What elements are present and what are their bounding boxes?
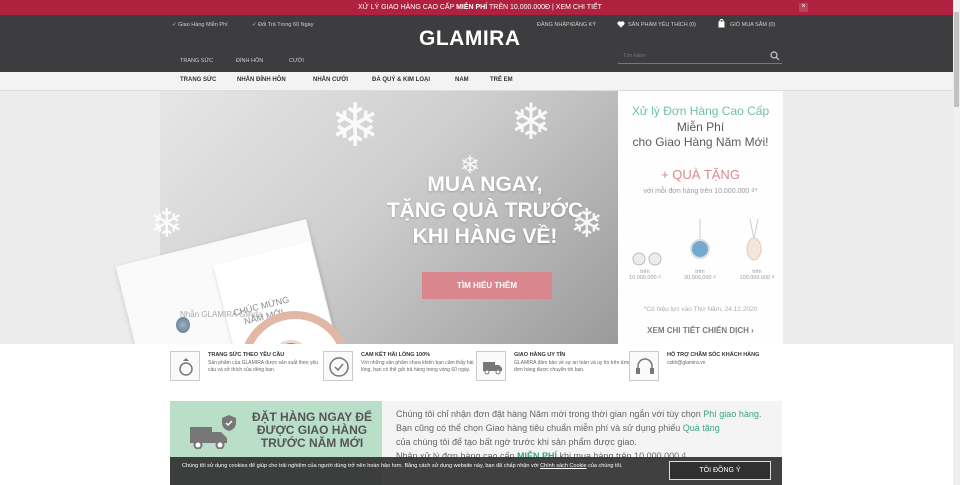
banner-p2a: Bạn cũng có thể chọn Giao hàng tiêu chuẩ… — [396, 423, 683, 433]
announcement-text-post[interactable]: TRÊN 10.000.000Đ | XEM CHI TIẾT — [487, 4, 602, 11]
check-badge-icon — [323, 351, 353, 381]
learn-more-button[interactable]: TÌM HIỂU THÊM — [422, 272, 552, 299]
tab-wedding[interactable]: CƯỚI — [289, 58, 304, 64]
site-header: ✓ Giao Hàng Miễn Phí ✓ Đổi Trả Trong 60 … — [0, 15, 953, 72]
gift-tier-2: trên 30.000.000 ₫ — [680, 269, 720, 281]
feature-support: HỖ TRỢ CHĂM SÓC KHÁCH HÀNG cskh@glamira.… — [629, 351, 784, 391]
cookie-notice: Chúng tôi sử dụng cookies để giúp cho tr… — [170, 457, 782, 485]
shipping-fee-link[interactable]: Phí giao hàng — [703, 409, 759, 419]
snowflake-icon: ❄ — [510, 94, 552, 150]
wishlist-link[interactable]: SẢN PHẨM YÊU THÍCH (0) — [628, 22, 696, 28]
close-icon[interactable]: × — [799, 3, 808, 12]
gift-tier-3-price: 100.000.000 ₫ — [739, 275, 775, 281]
banner-heading: ĐẶT HÀNG NGAY ĐỂ ĐƯỢC GIAO HÀNG TRƯỚC NĂ… — [251, 410, 373, 450]
tab-engagement[interactable]: ĐÍNH HÔN — [236, 58, 263, 64]
feature-desc: Với những sản phẩm chưa khiến bạn cảm th… — [361, 360, 474, 373]
nav-item-men[interactable]: NAM — [455, 77, 469, 83]
promo-line-2a: Miễn Phí — [676, 120, 725, 134]
pearl-pendant-icon — [742, 218, 766, 268]
accept-cookies-button[interactable]: TÔI ĐỒNG Ý — [669, 461, 771, 480]
cookie-text-main: Chúng tôi sử dụng cookies để giúp cho tr… — [182, 463, 541, 469]
promo-panel: Xử lý Đơn Hàng Cao Cấp Miễn Phí cho Giao… — [618, 91, 783, 344]
banner-p3: của chúng tôi để tạo bất ngờ trước khi s… — [396, 437, 637, 447]
feature-title: GIAO HÀNG UY TÍN — [514, 352, 566, 358]
snowflake-icon: ❄ — [150, 202, 184, 246]
announcement-text-bold: MIỄN PHÍ — [456, 4, 488, 11]
shield-check-icon — [222, 415, 236, 436]
scrollbar-thumb[interactable] — [954, 12, 959, 107]
nav-item-jewelry[interactable]: TRANG SỨC — [180, 77, 216, 83]
search-box — [618, 44, 782, 65]
banner-text: Chúng tôi chỉ nhận đơn đặt hàng Năm mới … — [396, 407, 786, 463]
support-email[interactable]: cskh@glamira.vn — [667, 360, 785, 367]
feature-title: HỖ TRỢ CHĂM SÓC KHÁCH HÀNG — [667, 352, 760, 358]
main-nav: TRANG SỨC NHẪN ĐÍNH HÔN NHẪN CƯỚI ĐÁ QUÝ… — [0, 72, 953, 91]
promo-note: *Có hiệu lực vào Thứ Năm, 24.12.2020 — [643, 306, 758, 313]
cookie-text: Chúng tôi sử dụng cookies để giúp cho tr… — [182, 462, 662, 470]
feature-satisfaction: CAM KẾT HÀI LÒNG 100% Với những sản phẩm… — [323, 351, 478, 391]
gift-tier-2-price: 30.000.000 ₫ — [684, 275, 716, 281]
feature-title: CAM KẾT HÀI LÒNG 100% — [361, 352, 431, 358]
ring-icon — [170, 351, 200, 381]
announcement-text-pre: XỬ LÝ GIAO HÀNG CAO CẤP — [358, 4, 457, 11]
gift-voucher-link[interactable]: Quà tặng — [683, 423, 720, 433]
snowflake-icon: ❄ — [330, 92, 381, 159]
truck-icon — [476, 351, 506, 381]
feature-desc: GLAMIRA đảm bảo về sự an toàn và uy tín … — [514, 360, 632, 373]
feature-custom-jewelry: TRANG SỨC THEO YÊU CẦU Sản phẩm của GLAM… — [170, 351, 325, 391]
hero-title: MUA NGAY, TẶNG QUÀ TRƯỚC KHI HÀNG VỀ! — [370, 172, 600, 250]
returns-note: ✓ Đổi Trả Trong 60 Ngày — [252, 22, 314, 28]
hero-title-line-1: MUA NGAY, — [427, 173, 543, 196]
gift-tier-1-price: 10.000.000 ₫ — [629, 275, 661, 281]
hero-banner[interactable]: ❄ ❄ ❄ ❄ ❄ CHÚC MỪNG NĂM MỚI MUA NGAY, TẶ… — [0, 91, 953, 344]
promo-line-2b: cho Giao Hàng Năm Mới! — [632, 135, 769, 149]
hero-title-line-2: TẶNG QUÀ TRƯỚC — [386, 199, 584, 222]
nav-item-kids[interactable]: TRẺ EM — [490, 77, 513, 83]
nav-item-gems-metals[interactable]: ĐÁ QUÝ & KIM LOẠI — [372, 77, 430, 83]
bag-icon[interactable] — [718, 19, 725, 30]
cookie-policy-link[interactable]: Chính sách Cookie — [540, 463, 586, 469]
blue-pendant-icon — [688, 219, 712, 268]
gift-tier-3: trên 100.000.000 ₫ — [734, 269, 780, 281]
campaign-detail-link[interactable]: XEM CHI TIẾT CHIẾN DỊCH › — [618, 326, 783, 335]
promo-sub: với mỗi đơn hàng trên 10.000.000 ₫* — [643, 188, 758, 195]
banner-p1a: Chúng tôi chỉ nhận đơn đặt hàng Năm mới … — [396, 409, 704, 419]
feature-delivery: GIAO HÀNG UY TÍN GLAMIRA đảm bảo về sự a… — [476, 351, 631, 391]
promo-gift: + QUÀ TẶNG — [661, 167, 740, 182]
heart-icon[interactable] — [617, 21, 625, 30]
cookie-text-end: của chúng tôi. — [586, 463, 623, 469]
nav-item-wedding-rings[interactable]: NHẪN CƯỚI — [313, 77, 348, 83]
promo-line-1: Xử lý Đơn Hàng Cao Cấp — [631, 104, 770, 118]
nav-item-engagement-rings[interactable]: NHẪN ĐÍNH HÔN — [237, 77, 286, 83]
tab-jewelry[interactable]: TRANG SỨC — [180, 58, 213, 64]
feature-title: TRANG SỨC THEO YÊU CẦU — [208, 352, 285, 358]
search-input[interactable] — [618, 47, 758, 65]
hero-title-line-3: KHI HÀNG VỀ! — [412, 225, 558, 248]
search-icon[interactable] — [770, 48, 780, 61]
gift-tier-1: trên 10.000.000 ₫ — [625, 269, 665, 281]
feature-desc: Sản phẩm của GLAMIRA được sản xuất theo … — [208, 360, 319, 373]
announcement-bar[interactable]: XỬ LÝ GIAO HÀNG CAO CẤP MIỄN PHÍ TRÊN 10… — [0, 0, 960, 15]
headset-icon — [629, 351, 659, 381]
login-link[interactable]: ĐĂNG NHẬP/ĐĂNG KÝ — [537, 22, 596, 28]
cart-link[interactable]: GIỎ MUA SẮM (0) — [730, 22, 775, 28]
ring-gemstone-small — [176, 317, 190, 333]
features-row: TRANG SỨC THEO YÊU CẦU Sản phẩm của GLAM… — [0, 344, 953, 401]
hero-caption: Nhẫn GLAMIRA Glinda — [180, 310, 263, 319]
free-shipping-note: ✓ Giao Hàng Miễn Phí — [172, 22, 228, 28]
page-scrollbar[interactable] — [953, 0, 960, 485]
site-logo[interactable]: GLAMIRA — [419, 27, 521, 51]
